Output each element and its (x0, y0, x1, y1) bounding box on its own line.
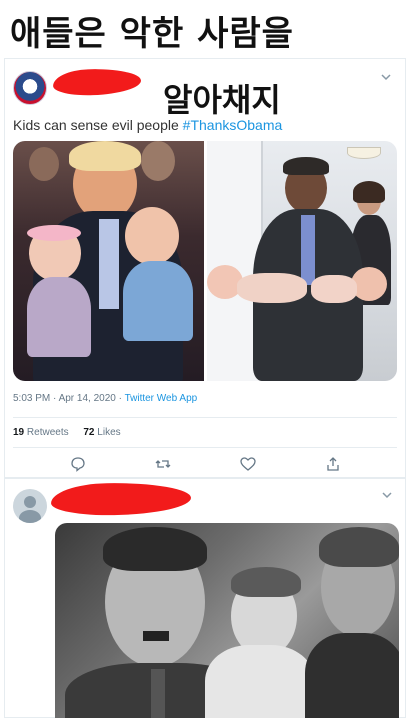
tweet-photo[interactable] (55, 523, 399, 718)
reply-icon (70, 457, 85, 472)
retweets-stat[interactable]: 19 Retweets (13, 427, 69, 438)
avatar[interactable] (13, 71, 47, 105)
tweet-actions (5, 453, 405, 475)
tweet-text-body: Kids can sense evil people (13, 117, 183, 133)
tweet-text: Kids can sense evil people #ThanksObama (13, 117, 282, 133)
likes-stat[interactable]: 72 Likes (83, 427, 120, 438)
like-button[interactable] (237, 453, 259, 475)
retweets-label: Retweets (26, 427, 69, 438)
tweet-photo-left[interactable] (13, 141, 204, 381)
redacted-username (52, 67, 142, 97)
tweet-card (4, 478, 406, 718)
redacted-username (50, 481, 192, 517)
timestamp-text[interactable]: 5:03 PM · Apr 14, 2020 · (13, 393, 125, 404)
likes-count: 72 (83, 427, 95, 438)
tweet-source-link[interactable]: Twitter Web App (125, 393, 198, 404)
hashtag-link[interactable]: #ThanksObama (183, 117, 283, 133)
likes-label: Likes (97, 427, 121, 438)
chevron-down-icon[interactable] (381, 489, 393, 504)
share-button[interactable] (322, 453, 344, 475)
tweet-photo-right[interactable] (206, 141, 397, 381)
tweet-timestamp: 5:03 PM · Apr 14, 2020 · Twitter Web App (13, 393, 197, 404)
retweet-icon (155, 460, 170, 468)
divider (13, 417, 397, 418)
share-icon (326, 457, 339, 471)
tweet-card: 알아채지 Kids can sense evil people #ThanksO… (4, 58, 406, 478)
meme-caption-top: 애들은 악한 사람을 (10, 14, 294, 54)
heart-icon (239, 457, 256, 471)
retweets-count: 19 (13, 427, 25, 438)
tweet-stats: 19 Retweets 72 Likes (13, 427, 121, 438)
default-avatar-icon[interactable] (13, 489, 47, 523)
chevron-down-icon[interactable] (379, 71, 393, 85)
retweet-button[interactable] (152, 453, 174, 475)
reply-button[interactable] (67, 453, 89, 475)
meme-caption-overlay: 알아채지 (163, 81, 281, 119)
divider (13, 447, 397, 448)
tweet-photo-grid (13, 141, 397, 381)
